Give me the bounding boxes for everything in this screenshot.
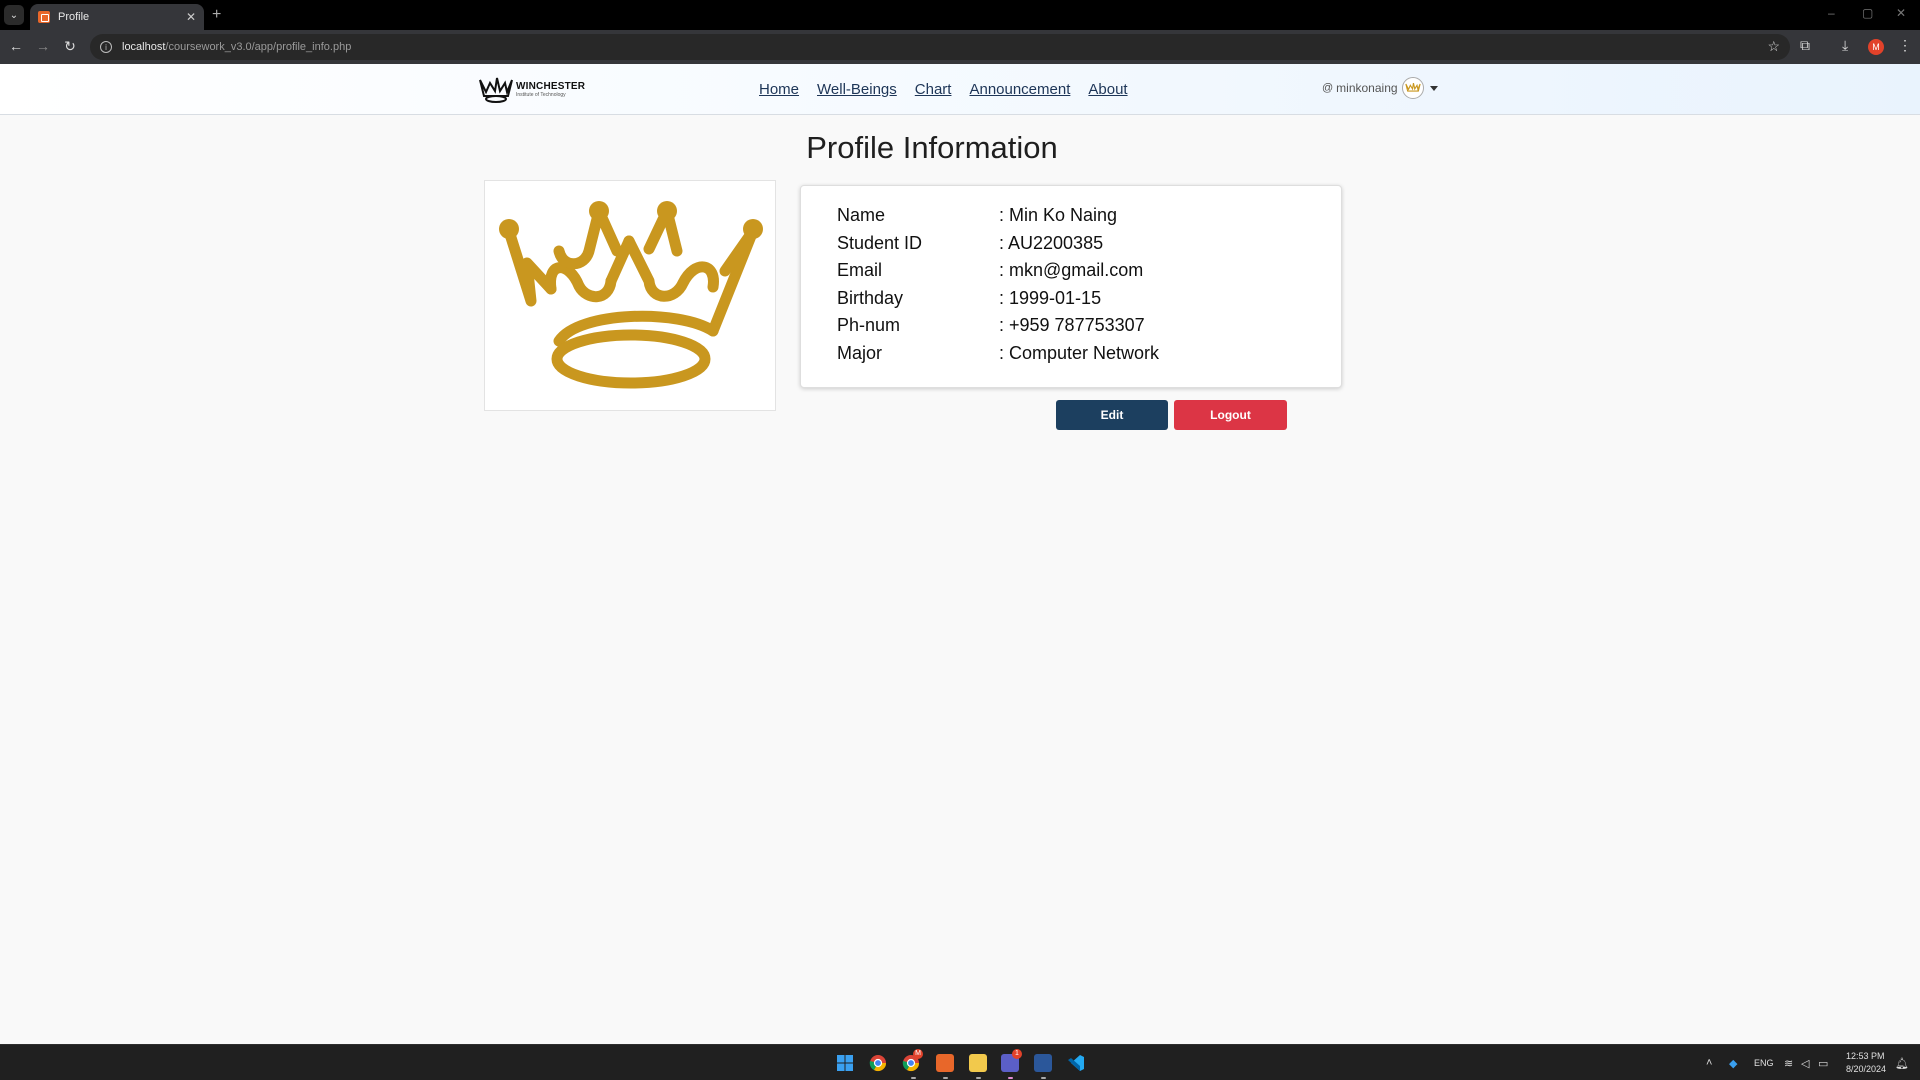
running-indicator [1041, 1077, 1046, 1079]
tab-title: Profile [58, 11, 90, 23]
nav-chart-link[interactable]: Chart [915, 81, 952, 98]
crown-logo-icon [479, 77, 513, 103]
running-indicator [976, 1077, 981, 1079]
xampp-icon[interactable] [936, 1054, 954, 1072]
nav-home-link[interactable]: Home [759, 81, 799, 98]
browser-tab[interactable]: Profile ✕ [30, 4, 204, 30]
info-row-name: Name : Min Ko Naing [837, 205, 1341, 233]
site-info-icon[interactable]: i [100, 41, 112, 53]
tray-date[interactable]: 8/20/2024 [1846, 1064, 1886, 1074]
chevron-down-icon[interactable] [1429, 85, 1438, 91]
logout-button[interactable]: Logout [1174, 400, 1287, 430]
tray-language[interactable]: ENG [1754, 1058, 1774, 1068]
windows-start-icon[interactable] [836, 1054, 854, 1072]
field-label: Email [837, 260, 883, 281]
field-label: Ph-num [837, 315, 901, 336]
extensions-icon[interactable]: ⧉ [1800, 37, 1810, 54]
at-icon: @ [1322, 82, 1334, 94]
site-navbar: WINCHESTER Institute of Technology Home … [0, 64, 1920, 115]
tray-overflow-icon[interactable]: ˄ [1706, 1057, 1712, 1069]
notification-bell-icon[interactable]: 🔔︎ [1895, 1057, 1909, 1070]
windows-taskbar: M 1 ˄ ◆ ENG ≋ ◁ ▭ 12:53 PM 8/20/2024 🔔︎ [0, 1044, 1920, 1080]
field-value: : Computer Network [999, 342, 1160, 363]
window-close-icon[interactable]: ✕ [1896, 6, 1906, 20]
field-label: Name [837, 205, 886, 225]
chrome-badge: M [913, 1049, 923, 1059]
download-icon[interactable]: ⤓ [1842, 37, 1848, 54]
field-label: Major [837, 342, 883, 363]
info-row-email: Email : mkn@gmail.com [837, 260, 1341, 288]
nav-announcement-link[interactable]: Announcement [969, 81, 1070, 98]
browser-profile-avatar[interactable]: M [1868, 39, 1884, 55]
edit-button[interactable]: Edit [1056, 400, 1168, 430]
reload-icon[interactable]: ↻ [61, 38, 79, 55]
forward-icon[interactable]: → [34, 38, 52, 54]
tab-search-icon[interactable]: ⌄ [4, 5, 24, 25]
running-indicator [911, 1077, 916, 1079]
running-indicator [943, 1077, 948, 1079]
profile-info-card: Name : Min Ko Naing Student ID : AU22003… [800, 185, 1342, 388]
url-path: /coursework_v3.0/app/profile_info.php [165, 41, 352, 53]
word-icon[interactable] [1034, 1054, 1052, 1072]
chrome-icon[interactable] [869, 1054, 887, 1072]
file-explorer-icon[interactable] [969, 1054, 987, 1072]
browser-menu-icon[interactable]: ⋮ [1898, 37, 1912, 54]
crown-profile-image [499, 201, 763, 389]
back-icon[interactable]: ← [7, 38, 25, 54]
nav-well-beings-link[interactable]: Well-Beings [817, 81, 897, 98]
tray-cloud-icon[interactable]: ◆ [1729, 1057, 1737, 1070]
tab-favicon-icon [38, 11, 50, 23]
teams-badge: 1 [1012, 1049, 1022, 1059]
nav-about-link[interactable]: About [1088, 81, 1127, 98]
running-indicator [1008, 1077, 1013, 1079]
address-bar-row: ← → ↻ i localhost/coursework_v3.0/app/pr… [0, 30, 1920, 64]
url-host: localhost [122, 41, 166, 53]
tab-close-icon[interactable]: ✕ [186, 10, 196, 24]
user-avatar[interactable] [1401, 77, 1424, 99]
page-title: Profile Information [806, 130, 1058, 165]
url-input[interactable]: i localhost/coursework_v3.0/app/profile_… [90, 34, 1790, 60]
tray-time[interactable]: 12:53 PM [1846, 1051, 1885, 1061]
logo-title: WINCHESTER [516, 80, 586, 92]
user-dropdown[interactable]: @ minkonaing [1322, 77, 1438, 99]
minimize-icon[interactable]: – [1828, 6, 1835, 20]
bookmark-star-icon[interactable]: ☆ [1767, 38, 1780, 55]
site-logo[interactable]: WINCHESTER Institute of Technology [478, 74, 585, 104]
field-label: Student ID [837, 232, 923, 253]
info-row-phone: Ph-num : +959 787753307 [837, 315, 1341, 343]
field-value: : 1999-01-15 [999, 287, 1102, 308]
volume-icon[interactable]: ◁ [1801, 1057, 1809, 1070]
logo-subtitle: Institute of Technology [516, 91, 566, 98]
field-label: Birthday [837, 287, 904, 308]
field-value: : +959 787753307 [999, 315, 1145, 336]
profile-image-card [484, 180, 776, 411]
username: minkonaing [1336, 81, 1398, 95]
vscode-icon[interactable] [1067, 1054, 1085, 1072]
battery-icon[interactable]: ▭ [1818, 1057, 1828, 1070]
browser-tab-bar: ⌄ Profile ✕ + – ▢ ✕ [0, 0, 1920, 30]
wifi-icon[interactable]: ≋ [1784, 1057, 1793, 1070]
field-value: : mkn@gmail.com [999, 260, 1144, 281]
info-row-birthday: Birthday : 1999-01-15 [837, 288, 1341, 316]
info-row-student-id: Student ID : AU2200385 [837, 233, 1341, 261]
field-value: : Min Ko Naing [999, 205, 1118, 225]
avatar-crown-icon [1404, 82, 1421, 92]
restore-icon[interactable]: ▢ [1862, 6, 1873, 20]
info-row-major: Major : Computer Network [837, 343, 1341, 371]
field-value: : AU2200385 [999, 232, 1104, 253]
main-menu: Home Well-Beings Chart Announcement Abou… [759, 81, 1146, 98]
new-tab-icon[interactable]: + [212, 6, 221, 24]
